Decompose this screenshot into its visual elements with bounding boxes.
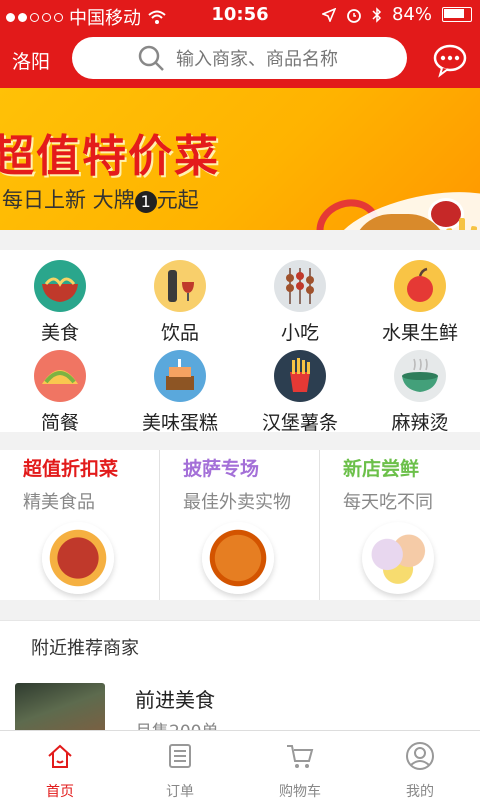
promo-dish-image [42,522,114,594]
city-selector[interactable]: 洛阳 [12,47,50,74]
promo-desc: 最佳外卖实物 [183,492,291,513]
promo-title: 披萨专场 [183,458,260,480]
noodle-bowl-icon [34,260,86,312]
nearby-section-header: 附近推荐商家 [0,620,480,670]
category-label: 饮品 [160,322,199,344]
skewers-icon [274,260,326,312]
shop-list-item[interactable]: 前进美食 月售200单 [0,669,480,739]
burger-image [352,214,448,230]
home-icon [48,744,72,768]
category-item[interactable]: 汉堡薯条 [240,350,360,435]
search-icon [138,45,164,71]
tab-label: 首页 [46,784,74,800]
user-icon [406,742,434,770]
tab-label: 订单 [166,784,194,800]
shop-name: 前进美食 [135,688,215,712]
hotpot-bowl-icon [394,350,446,402]
order-list-icon [169,744,191,768]
category-label: 汉堡薯条 [261,412,338,434]
tab-item[interactable]: 订单 [120,731,240,801]
apple-icon [394,260,446,312]
promo-desc: 精美食品 [23,492,95,513]
category-label: 美味蛋糕 [141,412,218,434]
status-bar: 中国移动 10:56 84% [0,0,480,30]
fries-image [445,218,480,230]
bluetooth-icon [372,6,382,23]
wine-bottle-icon [154,260,206,312]
category-item[interactable]: 简餐 [0,350,120,435]
category-item[interactable]: 麻辣烫 [360,350,480,435]
category-item[interactable]: 饮品 [120,260,240,345]
category-label: 小吃 [280,322,319,344]
promo-card[interactable]: 披萨专场最佳外卖实物 [160,450,318,600]
category-grid: 美食 饮品 小吃 水果生鲜简餐 美味蛋糕 汉堡薯条 麻辣烫 [0,250,480,435]
battery-icon [442,7,472,22]
category-item[interactable]: 水果生鲜 [360,260,480,345]
promo-cards: 超值折扣菜 精美食品 披萨专场 最佳外卖实物 新店尝鲜 每天吃不同 [0,450,480,600]
divider [319,450,320,600]
location-arrow-icon [321,7,336,22]
category-item[interactable]: 小吃 [240,260,360,345]
banner-title: 超值特价菜 [0,131,220,182]
promo-title: 新店尝鲜 [343,458,420,480]
header: 洛阳 输入商家、商品名称 [0,30,480,88]
promo-desc: 每天吃不同 [343,492,433,513]
search-placeholder: 输入商家、商品名称 [176,49,338,70]
search-input[interactable]: 输入商家、商品名称 [72,37,407,79]
bottom-tab-bar: 首页 订单 购物车 我的 [0,730,480,801]
fries-icon [274,350,326,402]
cake-icon [154,350,206,402]
promo-dish-image [202,522,274,594]
category-label: 麻辣烫 [391,412,449,434]
taco-icon [34,350,86,402]
tab-label: 购物车 [279,784,321,800]
battery-percent: 84% [391,4,432,25]
alarm-icon [347,8,361,23]
nearby-title: 附近推荐商家 [31,638,139,659]
promo-dish-image [362,522,434,594]
banner-subtitle: 每日上新 大牌 1 元起 [2,188,199,213]
tab-item[interactable]: 我的 [360,731,480,801]
promo-card[interactable]: 超值折扣菜 精美食品 [0,450,158,600]
category-label: 简餐 [40,412,79,434]
divider [159,450,160,600]
promo-card[interactable]: 新店尝鲜 每天吃不同 [320,450,478,600]
category-item[interactable]: 美食 [0,260,120,345]
promo-title: 超值折扣菜 [23,458,119,480]
tab-item[interactable]: 首页 [0,731,120,801]
category-item[interactable]: 美味蛋糕 [120,350,240,435]
promo-banner[interactable]: 超值特价菜 每日上新 大牌 1 元起 [0,88,480,230]
tab-label: 我的 [406,784,434,800]
tab-item[interactable]: 购物车 [240,731,360,801]
category-label: 水果生鲜 [381,322,458,344]
category-label: 美食 [40,322,79,344]
cart-icon [287,745,314,768]
message-icon[interactable] [432,42,468,78]
